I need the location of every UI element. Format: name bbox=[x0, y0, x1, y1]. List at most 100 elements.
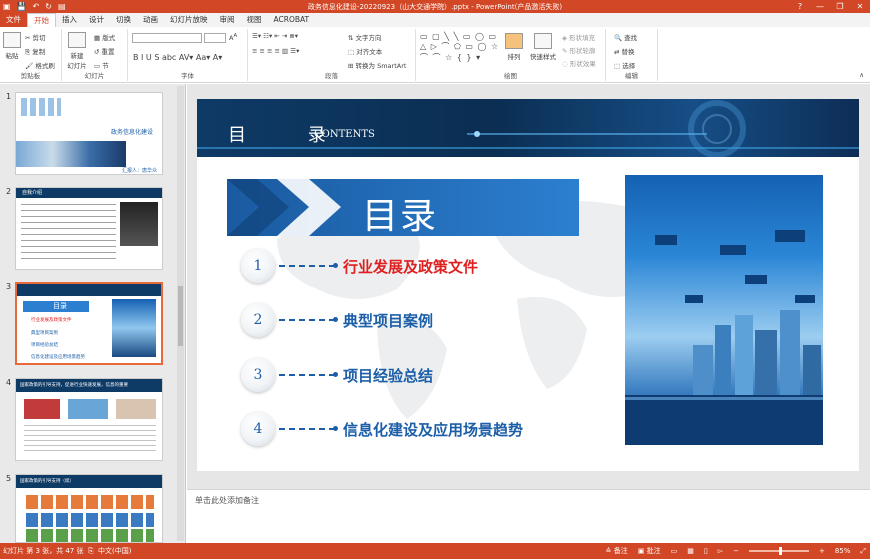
copy-button[interactable]: ⎘ 复制 bbox=[25, 46, 45, 57]
thumb-number: 4 bbox=[6, 378, 12, 387]
toc-number-circle: 3 bbox=[241, 358, 275, 392]
notes-pane[interactable]: 单击此处添加备注 bbox=[187, 489, 870, 543]
close-button[interactable]: ✕ bbox=[850, 0, 870, 13]
zoom-level[interactable]: 85% bbox=[835, 547, 851, 555]
new-slide-button[interactable]: 新建 幻灯片 bbox=[66, 32, 88, 70]
ribbon: 粘贴 ✂ 剪切 ⎘ 复制 🖌 格式刷 剪贴板 新建 幻灯片 ▦ 版式 ↺ 重置 … bbox=[0, 27, 870, 83]
replace-button[interactable]: ⇄ 替换 bbox=[614, 46, 635, 56]
comments-toggle-button[interactable]: ▣ 批注 bbox=[638, 546, 661, 556]
slide-sorter-icon[interactable]: ▦ bbox=[687, 547, 694, 555]
normal-view-icon[interactable]: ▭ bbox=[671, 547, 678, 555]
slideshow-view-icon[interactable]: ▻ bbox=[718, 547, 723, 555]
toc-item-text: 典型项目案例 bbox=[343, 311, 434, 330]
font-name-combo[interactable] bbox=[132, 33, 202, 43]
cut-button[interactable]: ✂ 剪切 bbox=[25, 32, 46, 42]
layout-button[interactable]: ▦ 版式 bbox=[94, 32, 115, 42]
slide-thumbnail-1[interactable]: 政务信息化建设 汇报人：唐华众 bbox=[15, 92, 163, 175]
dashed-arrow bbox=[279, 263, 338, 268]
tab-animations[interactable]: 动画 bbox=[137, 13, 164, 27]
minimize-button[interactable]: — bbox=[810, 0, 830, 13]
zoom-out-button[interactable]: − bbox=[733, 547, 739, 555]
shape-fill-button[interactable]: ◈ 形状填充 bbox=[562, 32, 595, 42]
toc-item-text: 信息化建设及应用场景趋势 bbox=[343, 420, 524, 439]
select-button[interactable]: ⬚ 选择 bbox=[614, 60, 635, 70]
slide-thumbnail-4[interactable]: 国家政策的引导支持，促进行业快速发展，信息的重要 bbox=[15, 378, 163, 461]
toc-item-2[interactable]: 2 典型项目案例 bbox=[241, 303, 433, 337]
new-slide-icon bbox=[68, 32, 86, 48]
collapse-ribbon-icon[interactable]: ∧ bbox=[859, 71, 864, 79]
slides-group-label: 幻灯片 bbox=[84, 72, 105, 80]
scrollbar-thumb[interactable] bbox=[178, 286, 183, 346]
slide-thumbnail-3[interactable]: 目录 行业发展及政策文件 典型项目案例 项目经验总结 信息化建设及应用场景趋势 bbox=[15, 282, 163, 365]
font-format-buttons[interactable]: B I U S abc AV▾ Aa▾ A▾ bbox=[133, 53, 222, 62]
section-button[interactable]: ▭ 节 bbox=[94, 60, 109, 70]
zoom-slider[interactable] bbox=[748, 547, 809, 555]
city-skyline-image[interactable] bbox=[625, 175, 823, 445]
thumb-number: 2 bbox=[6, 187, 12, 196]
toc-item-4[interactable]: 4 信息化建设及应用场景趋势 bbox=[241, 412, 523, 446]
thumb-1-title: 政务信息化建设 bbox=[111, 129, 154, 136]
status-right: ≙ 备注 ▣ 批注 ▭ ▦ ▯ ▻ − + 85% ⤢ bbox=[606, 546, 866, 556]
toc-item-1[interactable]: 1 行业发展及政策文件 bbox=[241, 249, 478, 283]
thumb-2-photo bbox=[120, 202, 158, 246]
slide-thumbnail-2[interactable]: 自我介绍 bbox=[15, 187, 163, 270]
toc-item-text: 项目经验总结 bbox=[343, 366, 434, 385]
format-painter-button[interactable]: 🖌 格式刷 bbox=[25, 60, 55, 70]
tab-transitions[interactable]: 切换 bbox=[110, 13, 137, 27]
reset-button[interactable]: ↺ 重置 bbox=[94, 46, 115, 56]
thumb-3-item: 行业发展及政策文件 bbox=[31, 318, 72, 323]
quick-styles-button[interactable]: 快速样式 bbox=[528, 33, 558, 61]
grow-font-icon[interactable]: AA bbox=[229, 33, 237, 42]
language-text[interactable]: 中文(中国) bbox=[98, 547, 131, 555]
thumb-number: 1 bbox=[6, 92, 12, 101]
toc-title-bar: 目录 bbox=[227, 179, 579, 236]
dashed-arrow bbox=[279, 317, 338, 322]
shape-outline-button[interactable]: ✎ 形状轮廓 bbox=[562, 45, 596, 55]
thumbnails-scrollbar[interactable] bbox=[177, 86, 184, 541]
slide-thumbnails-pane: 1 政务信息化建设 汇报人：唐华众 2 自我介绍 3 目录 行业发展及政策文件 … bbox=[0, 84, 186, 543]
tab-review[interactable]: 审阅 bbox=[214, 13, 241, 27]
current-slide[interactable]: 目 录 CONTENTS 目录 1 行业发展及政策文件 2 典型项目案例 3 项… bbox=[197, 99, 859, 471]
shape-effects-button[interactable]: ◌ 形状效果 bbox=[562, 58, 596, 68]
header-subtitle: CONTENTS bbox=[314, 129, 375, 140]
shapes-gallery[interactable]: ▭ ▢ ╲ ╲ ▭ ◯ ▭ △ ▷ ⌒ ⬠ ▭ ◯ ☆ ⌒ ⌒ ☆ { } ▾ bbox=[420, 32, 499, 63]
zoom-in-button[interactable]: + bbox=[819, 547, 825, 555]
tab-view[interactable]: 视图 bbox=[241, 13, 268, 27]
dashed-arrow bbox=[279, 372, 338, 377]
spellcheck-icon[interactable]: ⎘ bbox=[88, 547, 94, 555]
tab-file[interactable]: 文件 bbox=[0, 13, 27, 27]
tab-slideshow[interactable]: 幻灯片放映 bbox=[164, 13, 214, 27]
fit-slide-icon[interactable]: ⤢ bbox=[860, 547, 866, 556]
arrange-button[interactable]: 排列 bbox=[504, 33, 524, 61]
thumb-3-title: 目录 bbox=[53, 302, 67, 310]
text-direction-button[interactable]: ⇅ 文字方向 bbox=[348, 32, 382, 42]
font-group: AA B I U S abc AV▾ Aa▾ A▾ 字体 bbox=[128, 29, 248, 81]
toc-item-3[interactable]: 3 项目经验总结 bbox=[241, 358, 433, 392]
arrange-icon bbox=[505, 33, 523, 49]
paste-button[interactable]: 粘贴 bbox=[3, 32, 21, 60]
font-size-combo[interactable] bbox=[204, 33, 226, 43]
quick-styles-icon bbox=[534, 33, 552, 49]
align-text-button[interactable]: ⬚ 对齐文本 bbox=[348, 46, 382, 56]
list-buttons[interactable]: ☰▾ ☷▾ ⇤ ⇥ ≣▾ bbox=[252, 32, 298, 40]
notes-placeholder[interactable]: 单击此处添加备注 bbox=[195, 495, 259, 506]
slide-thumbnail-5[interactable]: 国家政策的引导支持（续） bbox=[15, 474, 163, 543]
find-button[interactable]: 🔍 查找 bbox=[614, 32, 637, 42]
font-group-label: 字体 bbox=[181, 72, 194, 80]
help-button[interactable]: ? bbox=[790, 0, 810, 13]
status-left: 幻灯片 第 3 张，共 47 张 ⎘ 中文(中国) bbox=[3, 546, 131, 556]
tab-acrobat[interactable]: ACROBAT bbox=[268, 13, 316, 27]
tab-insert[interactable]: 插入 bbox=[56, 13, 83, 27]
align-buttons[interactable]: ≡ ≡ ≡ ≡ ▥ ☰▾ bbox=[252, 47, 299, 55]
thumb-4-title: 国家政策的引导支持，促进行业快速发展，信息的重要 bbox=[20, 383, 128, 388]
toc-number-circle: 1 bbox=[241, 249, 275, 283]
tab-design[interactable]: 设计 bbox=[83, 13, 110, 27]
restore-button[interactable]: ❐ bbox=[830, 0, 850, 13]
paragraph-group-label: 段落 bbox=[325, 72, 338, 80]
smartart-button[interactable]: ⊞ 转换为 SmartArt bbox=[348, 60, 406, 70]
thumb-5-title: 国家政策的引导支持（续） bbox=[20, 479, 74, 484]
tab-home[interactable]: 开始 bbox=[27, 12, 56, 28]
reading-view-icon[interactable]: ▯ bbox=[704, 547, 708, 555]
drawing-group: ▭ ▢ ╲ ╲ ▭ ◯ ▭ △ ▷ ⌒ ⬠ ▭ ◯ ☆ ⌒ ⌒ ☆ { } ▾ 排列… bbox=[416, 29, 606, 81]
notes-toggle-button[interactable]: ≙ 备注 bbox=[606, 546, 628, 556]
